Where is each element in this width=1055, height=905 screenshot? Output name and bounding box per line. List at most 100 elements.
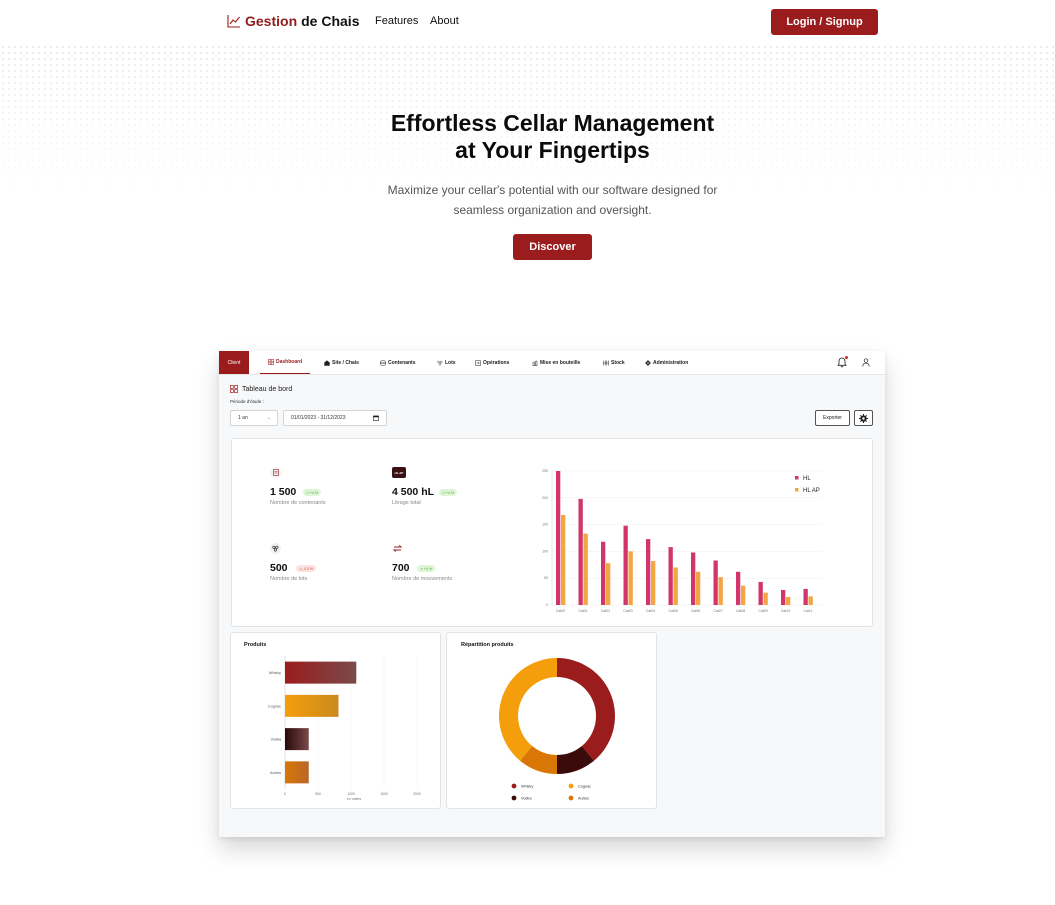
bar-hl-ap [786,596,791,605]
bar-hl-ap [673,567,678,605]
y-tick-label: 50 [544,576,548,580]
stock-icon [603,360,609,365]
discover-button[interactable]: Discover [513,234,592,260]
legend-swatch [795,488,799,492]
x-tick-label: Cat00 [556,609,565,613]
stat-value: 700 [392,562,410,574]
tab-dashboard[interactable]: Dashboard [260,351,311,374]
tab-contenants[interactable]: Contenants [380,351,416,374]
bar-hl-ap [651,561,656,605]
brand-logo[interactable]: Gestion de Chais [227,13,359,29]
tab-administration[interactable]: Administration [645,351,688,374]
export-button[interactable]: Exporter [815,410,850,426]
bar-cognac [285,694,339,717]
bar-hl-ap [628,551,633,605]
operations-icon [475,359,481,366]
x-tick-label: 1000 [347,792,355,796]
nav-link-about[interactable]: About [430,15,459,27]
bar-hl [736,571,741,605]
x-tick-label: Cat05 [668,609,677,613]
bar-whisky [285,661,357,684]
stat-contenants: 1 500 ↗ +4 % Nombre de contenants [270,467,326,506]
calendar-icon[interactable] [373,415,379,421]
bar-hl-ap [606,563,611,605]
period-select[interactable]: 1 an ⌄ [230,410,278,426]
legend-label: Autres [578,796,589,800]
client-badge[interactable]: Client [219,351,249,374]
stat-label: Nombre de lots [270,576,308,582]
top-nav: Gestion de Chais Features About Login / … [0,0,1055,44]
x-tick-label: Cat09 [758,609,767,613]
hero-title: Effortless Cellar Management at Your Fin… [390,110,715,163]
app-toolbar: Client Dashboard Site / Chais Contenants… [219,351,885,375]
x-tick-label: Cat11 [803,609,812,613]
distribution-card: Répartition produits Whisky Cognac Vodka Au… [446,632,657,809]
stat-label: Litrage total [392,500,421,506]
y-tick-label: 250 [542,469,548,473]
tab-operations[interactable]: Opérations [475,351,509,374]
y-tick-label: 100 [542,549,548,553]
warehouse-icon [324,359,330,366]
legend-label: HL AP [803,488,820,494]
login-signup-button[interactable]: Login / Signup [771,9,878,35]
y-tick-label: 0 [546,603,548,607]
bar-hl [781,589,786,605]
bar-hl [758,581,763,605]
stat-value: 4 500 hL [392,486,435,498]
dashboard-preview: Client Dashboard Site / Chais Contenants… [219,351,885,837]
trend-chart-icon [227,15,240,28]
legend-label: Whisky [521,784,533,788]
legend-label: Cognac [578,784,591,788]
hero-subtitle: Maximize your cellar's potential with ou… [387,183,718,217]
stat-lots: 500 ↘ -0.3 % Nombre de lots [270,543,317,582]
legend-dot [511,783,517,789]
settings-button[interactable] [854,410,873,426]
x-axis-label: en unités [347,797,361,801]
y-tick-label: Vodka [270,738,281,742]
tab-site-chais[interactable]: Site / Chais [324,351,359,374]
x-tick-label: 500 [315,792,321,796]
grid-icon [230,385,238,393]
card-title: Produits [244,642,267,648]
notification-dot [845,356,848,359]
bar-hl [691,552,696,605]
grapes-icon [437,360,443,366]
tab-lots[interactable]: Lots [437,351,456,374]
user-icon[interactable] [862,358,870,367]
tab-mise-en-bouteille[interactable]: Mise en bouteille [532,351,580,374]
tab-stock[interactable]: Stock [603,351,625,374]
stat-icon-wrapper [392,543,403,554]
stat-label: Nombre de mouvements [392,576,453,582]
trend-badge: ↗ +4 % [303,489,321,496]
chevron-down-icon: ⌄ [266,415,271,421]
card-title: Répartition produits [461,642,514,648]
bar-hl-ap [718,577,723,605]
nav-link-features[interactable]: Features [375,15,418,27]
donut-slice-whisky [557,658,615,761]
products-bar-chart: 0 500 1000 1500 2000 Whisky Cognac Vodka Autres e… [268,656,421,801]
stat-icon-wrapper [270,467,281,478]
hl-bar-chart: 0 50 100 150 200 250 Cat00 Cat01 Cat02 Cat03 Cat04… [542,469,822,613]
legend-label: Vodka [521,796,532,800]
bar-autres [285,761,309,784]
grapes-icon [272,545,279,552]
bar-hl [601,541,606,605]
stat-label: Nombre de contenants [270,500,326,506]
exchange-icon [393,545,402,552]
y-tick-label: Whisky [269,671,281,675]
x-tick-label: Cat10 [781,609,790,613]
x-tick-label: Cat01 [578,609,587,613]
gear-icon [859,413,868,423]
bar-hl-ap [561,514,566,605]
brand-name-part2: de Chais [301,13,360,29]
stat-mouvements: 700 ↗ +4 % Nombre de mouvements [392,543,452,582]
date-range-input[interactable]: 01/01/2023 - 31/12/2023 [283,410,387,426]
x-tick-label: Cat08 [736,609,745,613]
bar-hl-ap [763,592,768,605]
x-tick-label: Cat07 [713,609,722,613]
x-tick-label: Cat04 [646,609,655,613]
legend-swatch [795,476,799,480]
gear-icon [645,359,651,366]
distribution-donut-chart: Whisky Cognac Vodka Autres [499,658,615,801]
y-tick-label: Cognac [268,704,281,708]
